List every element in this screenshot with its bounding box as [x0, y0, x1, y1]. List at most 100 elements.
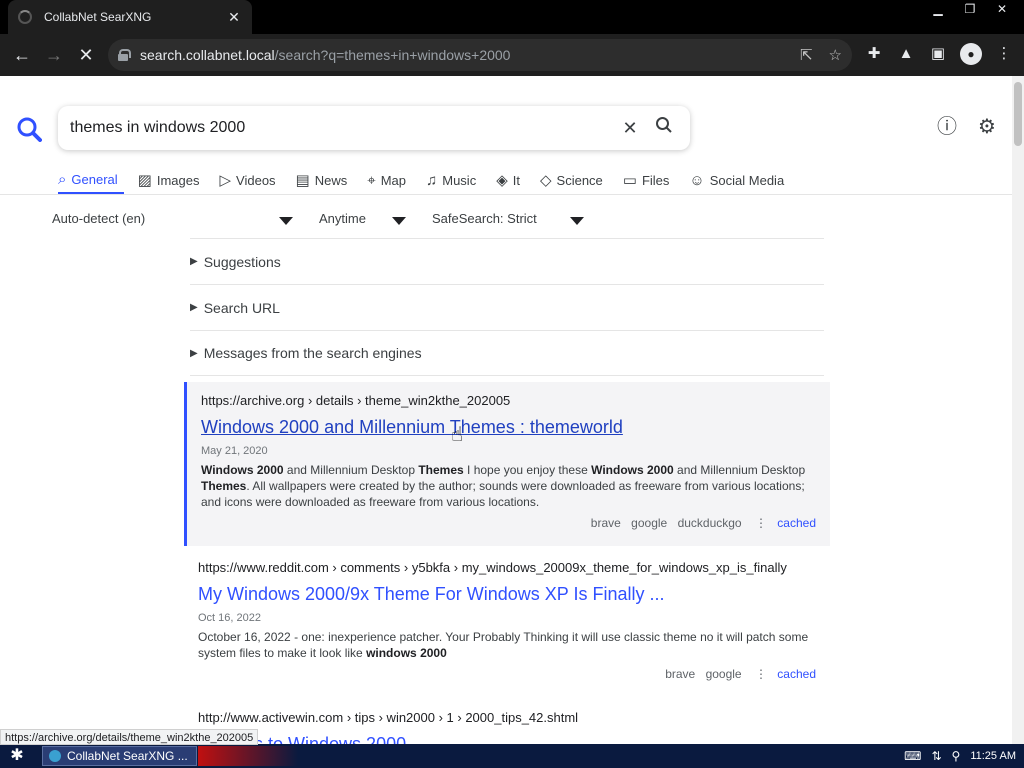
scrollbar-thumb[interactable] [1014, 82, 1022, 146]
os-taskbar: ✱ CollabNet SearXNG ... ⌨ ⇅ ⚲ 11:25 AM [0, 744, 1024, 768]
share-icon[interactable]: ⇱ [800, 46, 813, 64]
panel-label: Messages from the search engines [203, 345, 422, 361]
tab-label: Science [556, 172, 603, 188]
time-range-select[interactable]: Anytime [319, 211, 366, 226]
browser-menu-icon[interactable]: ⋮ [994, 42, 1014, 66]
settings-gear-icon[interactable]: ⚙ [976, 116, 998, 138]
expand-triangle-icon: ▶ [190, 302, 198, 313]
tab-label: It [512, 172, 520, 188]
window-controls: ▁ ❐ ✕ [922, 0, 1018, 18]
tab-videos[interactable]: ▷ Videos [219, 166, 281, 194]
expand-triangle-icon: ▶ [190, 256, 198, 267]
tab-files[interactable]: ▭ Files [623, 166, 676, 194]
tab-close-icon[interactable]: ✕ [226, 9, 242, 26]
engine-duckduckgo: duckduckgo [677, 516, 742, 530]
bookmark-star-icon[interactable]: ☆ [829, 46, 842, 64]
tab-label: Images [156, 172, 200, 188]
search-box: ✕ [58, 106, 690, 150]
newspaper-icon: ▤ [295, 172, 310, 189]
profile-avatar-icon[interactable]: ● [960, 43, 982, 65]
search-result: http://www.activewin.com › tips › win200… [184, 708, 830, 744]
result-snippet: Windows 2000 and Millennium Desktop Them… [201, 463, 806, 509]
tab-images[interactable]: ▨ Images [138, 166, 206, 194]
system-tray: ⌨ ⇅ ⚲ 11:25 AM [904, 744, 1016, 768]
tab-label: Map [380, 172, 406, 188]
lock-icon[interactable] [118, 49, 131, 61]
search-input[interactable] [70, 119, 610, 137]
searxng-logo-search-icon[interactable] [16, 116, 42, 142]
tab-social-media[interactable]: ☺ Social Media [689, 166, 790, 194]
address-url[interactable]: search.collabnet.local/search?q=themes+i… [140, 47, 784, 63]
image-icon: ▨ [137, 172, 152, 189]
files-icon: ▭ [622, 172, 637, 189]
language-select[interactable]: Auto-detect (en) [52, 211, 145, 226]
tab-label: Music [442, 172, 477, 188]
clock[interactable]: 11:25 AM [970, 750, 1016, 762]
taskbar-app-button[interactable]: CollabNet SearXNG ... [42, 746, 197, 766]
url-host: search.collabnet.local [140, 47, 275, 63]
stop-loading-icon[interactable]: ✕ [74, 43, 98, 67]
page-scrollbar[interactable] [1012, 76, 1024, 744]
result-url[interactable]: https://archive.org › details › theme_wi… [201, 391, 816, 411]
tab-music[interactable]: ♫ Music [426, 166, 482, 194]
info-icon[interactable]: ⓘ [936, 116, 958, 138]
more-vertical-icon[interactable]: ⋮ [755, 516, 767, 530]
expand-triangle-icon: ▶ [190, 347, 198, 359]
tab-label: General [71, 171, 118, 187]
search-filters: Auto-detect (en) Anytime SafeSearch: Str… [52, 211, 592, 231]
engine-messages-toggle[interactable]: ▶ Messages from the search engines [190, 330, 824, 376]
music-note-icon: ♫ [426, 171, 438, 189]
result-engines: brave google ⋮ cached [198, 667, 816, 683]
search-tray-icon[interactable]: ⚲ [952, 749, 961, 763]
search-url-toggle[interactable]: ▶ Search URL [190, 284, 824, 330]
clear-search-icon[interactable]: ✕ [616, 114, 644, 142]
tab-it[interactable]: ◈ It [496, 166, 526, 194]
cached-link[interactable]: cached [777, 516, 816, 530]
result-date: May 21, 2020 [201, 445, 268, 457]
result-url[interactable]: https://www.reddit.com › comments › y5bk… [198, 558, 816, 578]
tab-science[interactable]: ◇ Science [540, 166, 609, 194]
forward-arrow-icon[interactable]: → [42, 43, 66, 67]
result-title-link[interactable]: My Windows 2000/9x Theme For Windows XP … [198, 581, 816, 607]
tab-map[interactable]: ⌖ Map [367, 166, 412, 194]
more-vertical-icon[interactable]: ⋮ [755, 667, 767, 681]
suggestions-toggle[interactable]: ▶ Suggestions [190, 238, 824, 284]
result-url[interactable]: http://www.activewin.com › tips › win200… [198, 708, 816, 728]
map-pin-icon: ⌖ [367, 171, 376, 189]
back-arrow-icon[interactable]: ← [10, 43, 34, 67]
page-header-actions: ⓘ ⚙ [936, 116, 998, 138]
panel-label: Suggestions [203, 253, 281, 270]
extensions-puzzle-icon[interactable]: ✚ [864, 42, 884, 66]
tab-label: Social Media [709, 172, 785, 188]
browser-tab[interactable]: CollabNet SearXNG ✕ [8, 0, 252, 34]
engine-google: google [631, 516, 668, 530]
engine-brave: brave [590, 516, 621, 530]
restore-icon[interactable]: ❐ [954, 0, 986, 18]
start-button-icon[interactable]: ✱ [0, 744, 34, 768]
tab-general[interactable]: ⌕ General [58, 166, 124, 194]
language-chevron-down-icon[interactable] [279, 217, 293, 225]
side-panel-icon[interactable]: ▣ [928, 42, 948, 66]
network-icon[interactable]: ⇅ [931, 749, 941, 763]
hand-pointer-cursor-icon: ☝ [451, 424, 464, 446]
people-icon: ☺ [689, 171, 705, 189]
tab-label: News [314, 172, 348, 188]
result-title-link[interactable]: Windows 2000 and Millennium Themes : the… [201, 414, 816, 440]
result-snippet: October 16, 2022 - one: inexperience pat… [198, 630, 809, 660]
keyboard-icon[interactable]: ⌨ [904, 749, 921, 763]
safesearch-select[interactable]: SafeSearch: Strict [432, 211, 537, 226]
result-title-link[interactable]: Themes to Windows 2000 [198, 731, 816, 744]
safesearch-chevron-down-icon[interactable] [570, 217, 584, 225]
time-chevron-down-icon[interactable] [392, 217, 406, 225]
address-bar[interactable]: search.collabnet.local/search?q=themes+i… [108, 39, 852, 71]
close-window-icon[interactable]: ✕ [986, 0, 1018, 18]
minimize-icon[interactable]: ▁ [922, 0, 954, 18]
search-submit-icon[interactable] [650, 114, 678, 142]
play-icon: ▷ [219, 172, 232, 189]
tab-news[interactable]: ▤ News [296, 166, 354, 194]
taskbar-app-label: CollabNet SearXNG ... [67, 749, 188, 763]
cached-link[interactable]: cached [777, 667, 816, 681]
panel-label: Search URL [203, 299, 280, 316]
labs-flask-icon[interactable]: ▲ [896, 42, 916, 66]
taskbar-decoration [198, 746, 298, 766]
